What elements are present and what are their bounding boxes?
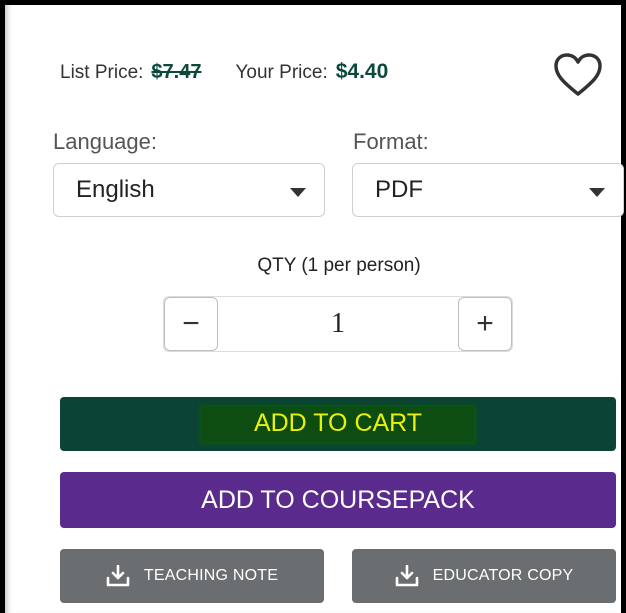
list-price-label: List Price: bbox=[60, 62, 144, 83]
increase-quantity-button[interactable]: + bbox=[458, 297, 512, 351]
language-label: Language: bbox=[53, 129, 157, 154]
language-select[interactable]: English bbox=[53, 163, 325, 217]
quantity-input[interactable]: 1 bbox=[218, 297, 458, 351]
teaching-note-label: TEACHING NOTE bbox=[143, 567, 279, 584]
decrease-quantity-button[interactable]: − bbox=[164, 297, 218, 351]
heart-icon bbox=[554, 53, 602, 96]
download-icon bbox=[395, 565, 418, 587]
quantity-stepper: − 1 + bbox=[163, 296, 513, 352]
add-to-cart-button[interactable]: ADD TO CART bbox=[60, 397, 616, 451]
plus-icon: + bbox=[476, 307, 494, 340]
add-to-coursepack-label: ADD TO COURSEPACK bbox=[201, 485, 475, 514]
chevron-down-icon bbox=[290, 188, 306, 197]
product-purchase-panel: List Price: $7.47 Your Price: $4.40 Lang… bbox=[0, 0, 626, 613]
format-select[interactable]: PDF bbox=[352, 163, 624, 217]
list-price-value: $7.47 bbox=[151, 61, 202, 83]
your-price-value: $4.40 bbox=[335, 60, 389, 83]
chevron-down-icon bbox=[589, 188, 605, 197]
educator-copy-label: EDUCATOR COPY bbox=[432, 567, 574, 584]
format-label: Format: bbox=[353, 129, 429, 154]
minus-icon: − bbox=[182, 307, 200, 340]
add-to-cart-label: ADD TO CART bbox=[201, 406, 475, 442]
add-to-coursepack-button[interactable]: ADD TO COURSEPACK bbox=[60, 472, 616, 528]
format-selected-value: PDF bbox=[375, 176, 423, 203]
your-price-label: Your Price: bbox=[235, 62, 328, 83]
language-selected-value: English bbox=[76, 176, 155, 203]
favorite-button[interactable] bbox=[551, 50, 605, 100]
quantity-label: QTY (1 per person) bbox=[257, 255, 421, 276]
teaching-note-button[interactable]: TEACHING NOTE bbox=[60, 549, 324, 603]
download-icon bbox=[106, 565, 130, 587]
price-row: List Price: $7.47 Your Price: $4.40 bbox=[60, 60, 388, 84]
educator-copy-button[interactable]: EDUCATOR COPY bbox=[352, 549, 616, 603]
